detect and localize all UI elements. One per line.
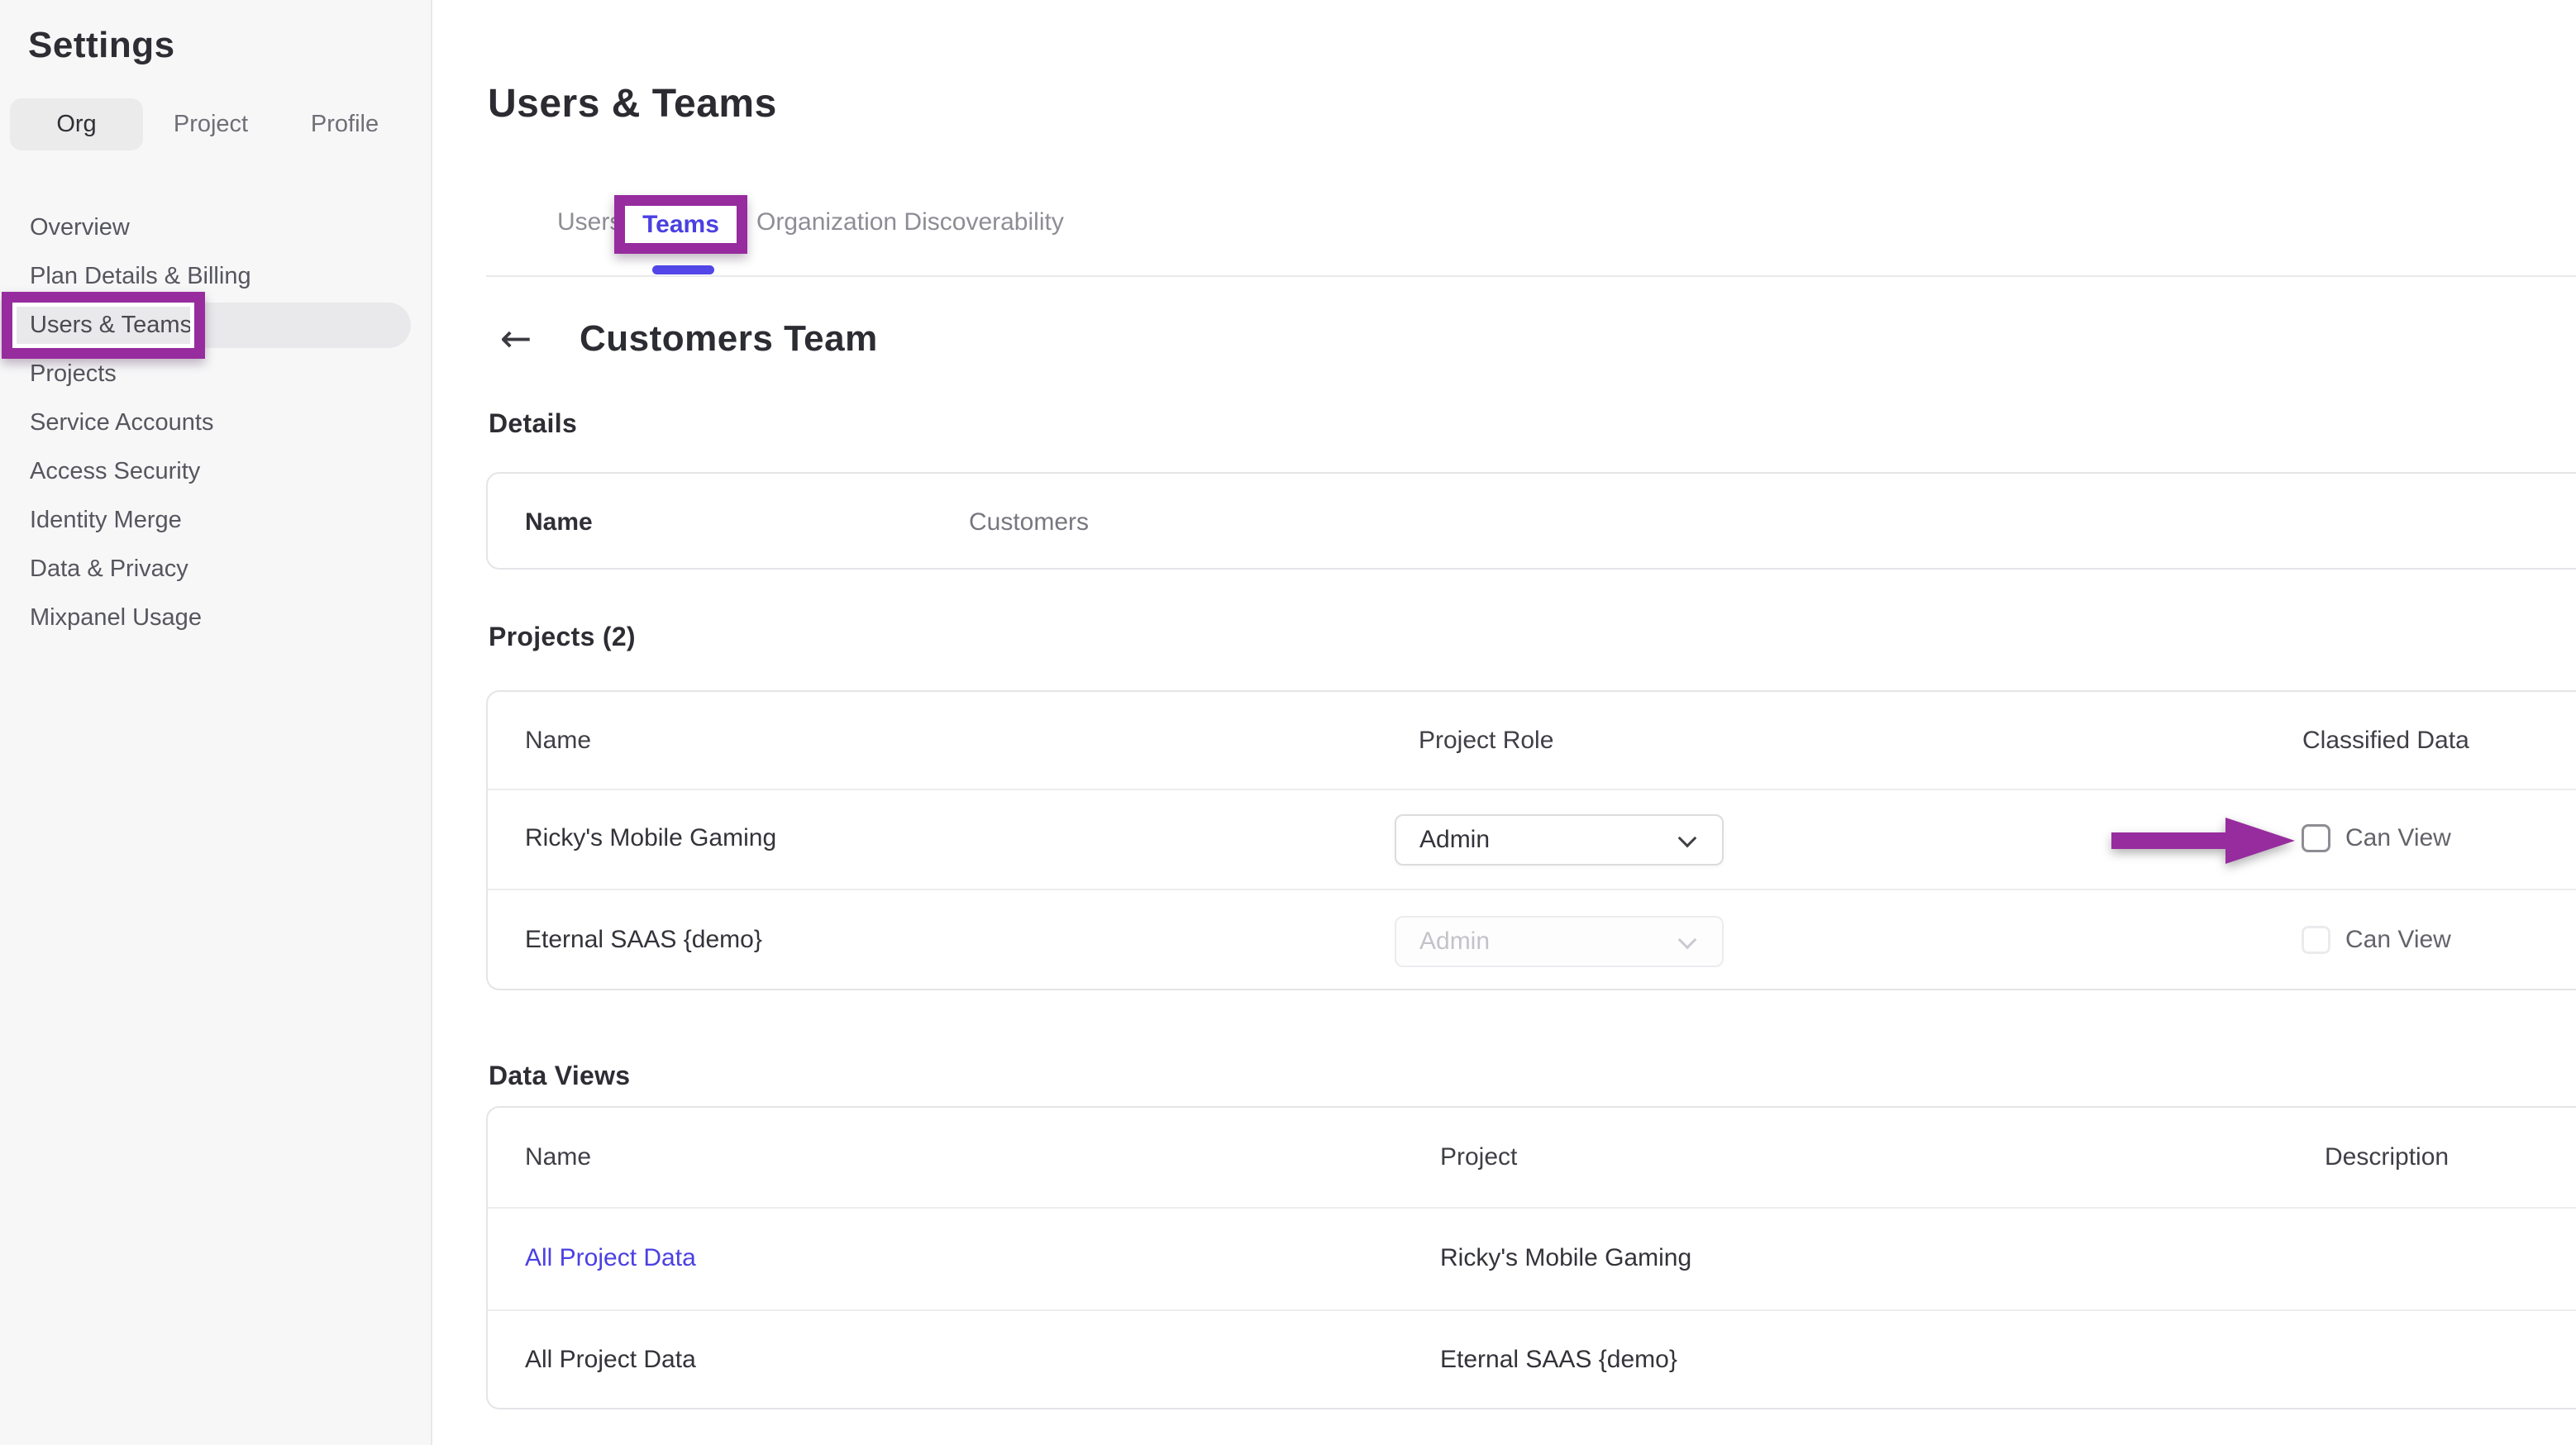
arrow-shaft	[2111, 832, 2231, 849]
data-views-table: Name Project Description All Project Dat…	[486, 1106, 2576, 1409]
can-view-label: Can View	[2345, 823, 2451, 853]
data-view-name: All Project Data	[525, 1343, 696, 1376]
tab-users-label: Users	[557, 208, 622, 236]
sidebar-item-projects[interactable]: Projects	[0, 350, 432, 398]
sidebar-item-label: Overview	[30, 214, 130, 241]
tab-teams-label: Teams	[642, 211, 719, 239]
project-role-select[interactable]: Admin	[1395, 814, 1724, 866]
settings-sidebar: Settings Org Project Profile Overview Pl…	[0, 0, 432, 1445]
data-views-heading: Data Views	[489, 1061, 630, 1091]
sidebar-item-label: Users & Teams	[30, 312, 192, 339]
classified-data-checkbox[interactable]	[2302, 824, 2330, 852]
row-divider	[488, 1207, 2576, 1209]
sidebar-item-service-accounts[interactable]: Service Accounts	[0, 398, 432, 447]
row-divider	[488, 789, 2576, 790]
project-name: Eternal SAAS {demo}	[525, 923, 762, 956]
sidebar-item-label: Mixpanel Usage	[30, 604, 202, 632]
sidebar-tab-org-label: Org	[56, 111, 96, 138]
page-title: Users & Teams	[488, 81, 777, 126]
project-role-selected-value: Admin	[1419, 928, 1490, 956]
details-name-value: Customers	[969, 506, 1089, 539]
sidebar-item-data-privacy[interactable]: Data & Privacy	[0, 545, 432, 594]
sidebar-item-plan-details-billing[interactable]: Plan Details & Billing	[0, 252, 432, 301]
details-card: Name Customers	[486, 472, 2576, 570]
sidebar-item-label: Plan Details & Billing	[30, 263, 251, 290]
sidebar-item-label: Projects	[30, 360, 117, 388]
tab-organization-discoverability[interactable]: Organization Discoverability	[756, 208, 1064, 236]
projects-table: Name Project Role Classified Data Ricky'…	[486, 690, 2576, 990]
chevron-down-icon	[1678, 829, 1697, 848]
row-divider	[488, 889, 2576, 890]
data-view-link[interactable]: All Project Data	[525, 1242, 696, 1275]
tutorial-arrow-icon	[2111, 818, 2295, 864]
column-header-project-role: Project Role	[1419, 724, 1553, 757]
project-role-select-disabled: Admin	[1395, 916, 1724, 967]
data-view-project: Ricky's Mobile Gaming	[1440, 1242, 1691, 1275]
column-header-project: Project	[1440, 1141, 1517, 1174]
sidebar-tab-project-label: Project	[174, 111, 248, 138]
column-header-classified-data: Classified Data	[2302, 724, 2469, 757]
active-tab-underline	[652, 265, 714, 274]
column-header-name: Name	[525, 724, 591, 757]
tabs-divider	[486, 275, 2576, 277]
sidebar-tab-project[interactable]: Project	[153, 98, 269, 150]
sidebar-title: Settings	[28, 25, 175, 66]
details-name-label: Name	[525, 506, 593, 539]
projects-heading: Projects (2)	[489, 622, 636, 652]
column-header-name: Name	[525, 1141, 591, 1174]
project-role-selected-value: Admin	[1419, 826, 1490, 854]
sidebar-item-label: Access Security	[30, 458, 200, 485]
column-header-description: Description	[2325, 1141, 2449, 1174]
team-title: Customers Team	[580, 318, 878, 360]
back-arrow-icon[interactable]: ←	[494, 315, 537, 361]
project-name: Ricky's Mobile Gaming	[525, 822, 776, 855]
tab-users[interactable]: Users	[557, 208, 622, 236]
sidebar-tab-org[interactable]: Org	[10, 98, 143, 150]
sidebar-item-overview[interactable]: Overview	[0, 203, 432, 252]
tab-organization-discoverability-label: Organization Discoverability	[756, 208, 1064, 236]
sidebar-item-label: Identity Merge	[30, 507, 182, 534]
sidebar-item-mixpanel-usage[interactable]: Mixpanel Usage	[0, 594, 432, 642]
sidebar-nav: Overview Plan Details & Billing Users & …	[0, 203, 432, 642]
can-view-label: Can View	[2345, 925, 2451, 955]
details-heading: Details	[489, 408, 577, 439]
sidebar-item-users-teams[interactable]: Users & Teams	[0, 301, 432, 350]
sidebar-item-access-security[interactable]: Access Security	[0, 447, 432, 496]
sidebar-tab-profile-label: Profile	[311, 111, 379, 138]
chevron-down-icon	[1678, 931, 1697, 950]
sidebar-item-identity-merge[interactable]: Identity Merge	[0, 496, 432, 545]
sidebar-tab-profile[interactable]: Profile	[287, 98, 403, 150]
tab-teams[interactable]: Teams	[614, 195, 747, 254]
arrow-head	[2225, 818, 2295, 864]
sidebar-item-label: Service Accounts	[30, 409, 213, 436]
classified-data-checkbox-disabled	[2302, 926, 2330, 954]
data-view-project: Eternal SAAS {demo}	[1440, 1343, 1677, 1376]
row-divider	[488, 1309, 2576, 1311]
sidebar-item-label: Data & Privacy	[30, 556, 188, 583]
